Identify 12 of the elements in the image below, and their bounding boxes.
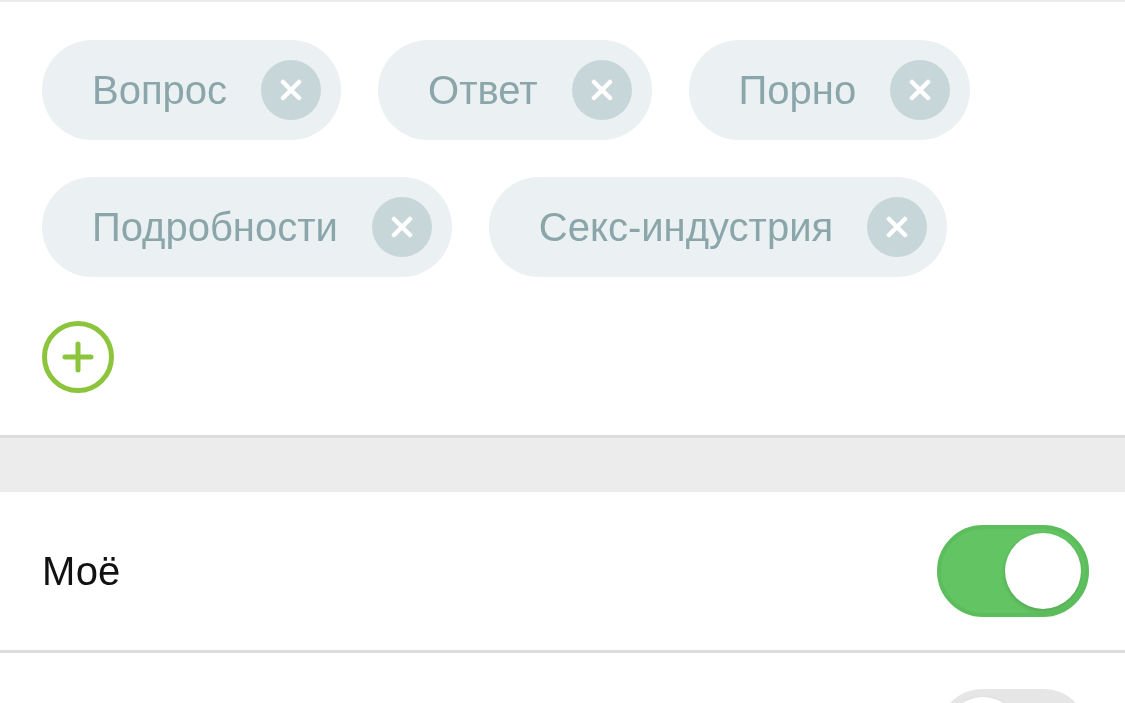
tag-label: Ответ <box>428 67 538 113</box>
close-icon <box>909 79 932 101</box>
close-icon <box>590 79 613 101</box>
close-icon <box>280 79 303 101</box>
plus-icon <box>61 340 95 374</box>
tag-label: Секс-индустрия <box>538 204 834 250</box>
tag-label: Подробности <box>92 204 338 250</box>
tag-label: Порно <box>738 67 857 113</box>
close-icon <box>886 216 909 238</box>
setting-label: Моё <box>42 548 121 594</box>
tag-label: Вопрос <box>92 67 228 113</box>
close-icon <box>390 216 413 238</box>
